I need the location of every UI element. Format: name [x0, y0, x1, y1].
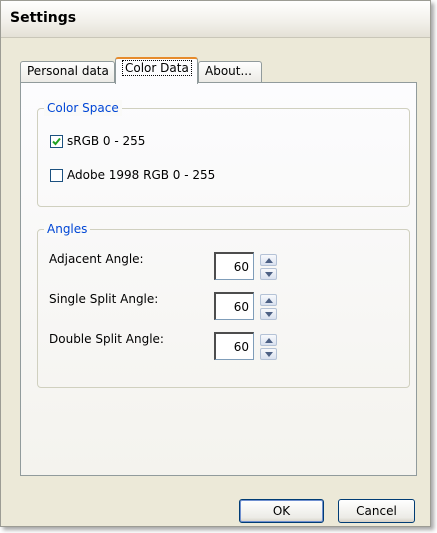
color-space-group: Color Space sRGB 0 - 255 Adobe 1998 RGB … — [37, 100, 410, 207]
increment-button[interactable] — [260, 254, 277, 266]
chevron-down-icon — [265, 272, 273, 277]
double-split-angle-spinner — [260, 334, 277, 362]
adobe-rgb-label: Adobe 1998 RGB 0 - 255 — [67, 168, 216, 182]
decrement-button[interactable] — [260, 348, 277, 360]
adobe-rgb-option[interactable]: Adobe 1998 RGB 0 - 255 — [50, 168, 215, 182]
settings-window: Settings Personal data Color Data About.… — [0, 0, 431, 527]
single-split-angle-label: Single Split Angle: — [49, 292, 159, 306]
increment-button[interactable] — [260, 294, 277, 306]
srgb-label: sRGB 0 - 255 — [67, 134, 146, 148]
tab-personal-data[interactable]: Personal data — [20, 61, 115, 82]
window-title: Settings — [10, 10, 77, 26]
srgb-checkbox[interactable] — [50, 134, 63, 148]
double-split-angle-input[interactable]: 60 — [214, 332, 254, 360]
tab-color-data[interactable]: Color Data — [115, 57, 198, 84]
tab-label: Color Data — [122, 60, 192, 76]
chevron-up-icon — [265, 338, 273, 343]
chevron-down-icon — [265, 312, 273, 317]
adjacent-angle-input[interactable]: 60 — [214, 252, 254, 280]
adjacent-angle-spinner — [260, 254, 277, 282]
cancel-button[interactable]: Cancel — [338, 499, 415, 523]
srgb-option[interactable]: sRGB 0 - 255 — [50, 134, 145, 148]
angles-group: Angles Adjacent Angle: 60 Single Split A… — [37, 221, 410, 388]
tab-panel-color-data: Color Space sRGB 0 - 255 Adobe 1998 RGB … — [20, 82, 417, 476]
decrement-button[interactable] — [260, 268, 277, 280]
single-split-angle-input[interactable]: 60 — [214, 292, 254, 320]
tab-about[interactable]: About... — [198, 61, 262, 82]
checkmark-icon — [52, 137, 61, 145]
decrement-button[interactable] — [260, 308, 277, 320]
chevron-up-icon — [265, 298, 273, 303]
color-space-legend: Color Space — [44, 100, 122, 116]
ok-button[interactable]: OK — [239, 499, 324, 523]
chevron-down-icon — [265, 352, 273, 357]
single-split-angle-spinner — [260, 294, 277, 322]
tab-label: About... — [205, 64, 252, 78]
chevron-up-icon — [265, 258, 273, 263]
double-split-angle-label: Double Split Angle: — [49, 332, 164, 346]
adobe-rgb-checkbox[interactable] — [50, 168, 63, 182]
angles-legend: Angles — [44, 221, 91, 237]
tab-label: Personal data — [27, 64, 109, 78]
increment-button[interactable] — [260, 334, 277, 346]
adjacent-angle-label: Adjacent Angle: — [49, 252, 144, 266]
title-bar[interactable]: Settings — [1, 1, 430, 38]
